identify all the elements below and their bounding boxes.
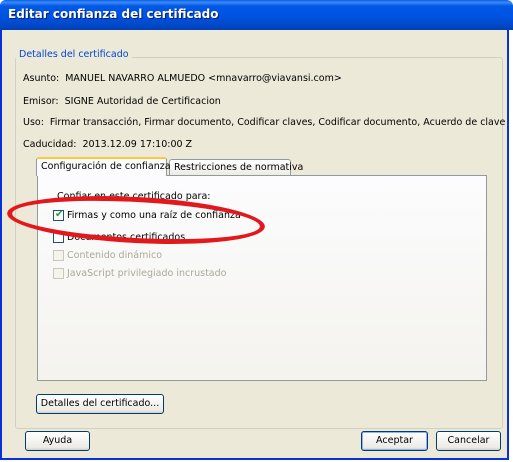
usage-label: Uso: [23,117,44,128]
checkmark-icon: ✔ [55,209,64,220]
window-title: Editar confianza del certificado [8,7,219,21]
checkbox-box [53,250,64,261]
checkbox-privileged-javascript-label: JavaScript privilegiado incrustado [67,268,227,279]
checkbox-certified-documents[interactable]: Documentos certificados [53,232,185,243]
subject-label: Asunto: [23,73,60,84]
usage-row: Uso: Firmar transacción, Firmar documento… [23,117,505,128]
checkbox-dynamic-content: Contenido dinámico [53,250,162,261]
checkbox-box [53,268,64,279]
tab-trust-settings[interactable]: Configuración de confianza [36,157,171,176]
tab-trust-settings-label: Configuración de confianza [41,161,171,172]
trust-heading: Confiar en este certificado para: [57,191,211,202]
subject-row: Asunto: MANUEL NAVARRO ALMUEDO <mnavarro@… [23,73,342,84]
checkbox-box[interactable]: ✔ [53,209,64,221]
help-button[interactable]: Ayuda [25,431,90,451]
checkbox-dynamic-content-label: Contenido dinámico [67,250,162,261]
tab-policy-restrictions[interactable]: Restricciones de normativa [169,159,303,175]
usage-value: Firmar transacción, Firmar documento, Co… [49,117,506,128]
certificate-details-legend: Detalles del certificado [16,49,132,60]
checkbox-signatures-root[interactable]: ✔ Firmas y como una raíz de confianza [53,209,241,221]
issuer-label: Emisor: [23,96,59,107]
issuer-row: Emisor: SIGNE Autoridad de Certificacion [23,96,221,107]
checkbox-privileged-javascript: JavaScript privilegiado incrustado [53,268,226,279]
issuer-value: SIGNE Autoridad de Certificacion [64,96,221,107]
subject-value: MANUEL NAVARRO ALMUEDO <mnavarro@viavans… [65,73,342,84]
expiry-row: Caducidad: 2013.12.09 17:10:00 Z [23,139,192,150]
checkbox-signatures-root-label: Firmas y como una raíz de confianza [67,210,241,221]
checkbox-certified-documents-label: Documentos certificados [67,232,186,243]
certificate-details-button[interactable]: Detalles del certificado... [36,394,164,414]
cancel-button[interactable]: Cancelar [436,431,501,451]
checkbox-box[interactable] [53,232,64,243]
accept-button[interactable]: Aceptar [361,431,428,451]
tab-policy-restrictions-label: Restricciones de normativa [174,162,304,173]
title-bar[interactable]: Editar confianza del certificado [0,0,513,30]
expiry-label: Caducidad: [23,139,77,150]
expiry-value: 2013.12.09 17:10:00 Z [82,139,193,150]
